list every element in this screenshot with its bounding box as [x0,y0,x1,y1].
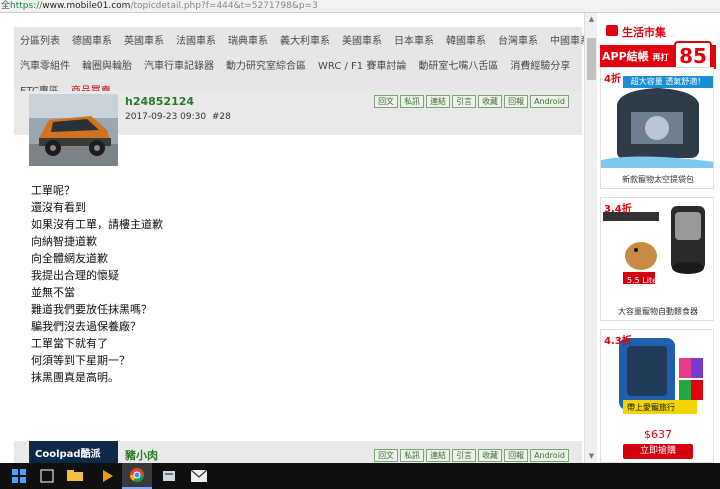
search-icon[interactable] [32,463,62,489]
nav-item-consumer[interactable]: 消費經驗分享 [504,57,576,72]
nav-item-japanese[interactable]: 日本車系 [388,32,440,47]
nav-item-power-lab[interactable]: 動力研究室綜合區 [220,57,312,72]
mail-icon[interactable] [184,463,214,489]
reply-button[interactable]: 回文 [374,449,399,462]
forum-page: 分區列表 德國車系 英國車系 法國車系 瑞典車系 義大利車系 美國車系 日本車系… [0,13,590,463]
nav-item-german[interactable]: 德國車系 [66,32,118,47]
scroll-thumb[interactable] [587,38,596,80]
ad-sidebar: 生活市集 APP結帳 再打 85折 4折 超大容量 透氣舒適！ 新款寵物太空提袋… [598,13,720,463]
nav-item-chatter[interactable]: 動研室七嘴八舌區 [412,57,504,72]
ad-discount-number: 85 [679,44,707,68]
nav-item-categories[interactable]: 分區列表 [14,32,66,47]
car-avatar-image [29,94,118,166]
message-button[interactable]: 私訊 [400,95,425,108]
device-badge: Android [530,95,569,108]
url-path: /topicdetail.php?f=444&t=5271798&p=3 [130,1,318,11]
nav-item-french[interactable]: 法國車系 [170,32,222,47]
nav-item-american[interactable]: 美國車系 [336,32,388,47]
ad-caption[interactable]: 大容量寵物自動餵食器 [601,306,713,317]
post-timestamp: 2017-09-23 09:30 #28 [125,112,231,122]
nav-item-swedish[interactable]: 瑞典車系 [222,32,274,47]
user-avatar[interactable] [29,94,118,166]
nav-item-british[interactable]: 英國車系 [118,32,170,47]
nav-row-2: 汽車零組件 輪圈與輪胎 汽車行車記錄器 動力研究室綜合區 WRC / F1 賽車… [14,52,576,77]
ad-brand: 生活市集 [622,26,666,39]
ad-discount: 3.4折 [604,204,632,215]
post-line: 工單呢？ [31,184,75,197]
ad-overlay-text: 5.5 Liter [627,276,661,285]
ad-overlay-text: 超大容量 透氣舒適！ [630,77,706,86]
post-line: 向全體網友道歉 [31,252,108,265]
user-avatar[interactable]: Coolpad酷派 [29,441,118,463]
task-view-icon[interactable] [60,463,90,489]
nav-item-korean[interactable]: 韓國車系 [440,32,492,47]
post-line: 向納智捷道歉 [31,235,97,248]
report-button[interactable]: 回報 [504,95,529,108]
favorite-button[interactable]: 收藏 [478,95,503,108]
avatar-brand-text: Coolpad酷派 [35,449,101,460]
ad-product-card[interactable]: 3.4折 5.5 Liter 大容量寵物自動餵食器 [600,197,714,321]
post-body: 工單呢？ 還沒有看到 如果沒有工單，請樓主道歉 向納智捷道歉 向全體網友道歉 我… [31,182,163,386]
post-line: 抹黑團真是高明。 [31,371,119,384]
scroll-down-icon[interactable]: ▼ [585,450,598,463]
url-scheme: https:// [10,1,43,11]
report-button[interactable]: 回報 [504,449,529,462]
post-line: 何須等到下星期一？ [31,354,130,367]
post-line: 騙我們沒去過保養廠？ [31,320,141,333]
post-time: 2017-09-23 09:30 [125,112,207,122]
chrome-icon[interactable] [122,463,152,489]
ad-discount: 4.3折 [604,336,632,347]
quote-button[interactable]: 引言 [452,95,477,108]
post-line: 如果沒有工單，請樓主道歉 [31,218,163,231]
cart-icon [606,25,618,36]
ad-product-card[interactable]: 4折 超大容量 透氣舒適！ 新款寵物太空提袋包 [600,67,714,189]
url-host: www.mobile01.com [42,1,131,11]
reply-button[interactable]: 回文 [374,95,399,108]
ad-caption[interactable]: 新款寵物太空提袋包 [601,174,713,185]
scroll-up-icon[interactable]: ▲ [585,13,598,26]
quote-button[interactable]: 引言 [452,449,477,462]
ad-overlay-text: 帶上愛寵旅行 [627,403,675,412]
nav-row-1: 分區列表 德國車系 英國車系 法國車系 瑞典車系 義大利車系 美國車系 日本車系… [14,27,596,52]
nav-item-wheels[interactable]: 輪圈與輪胎 [76,57,138,72]
nav-item-dashcam[interactable]: 汽車行車記錄器 [138,57,220,72]
post-line: 難道我們要放任抹黑嗎？ [31,303,152,316]
post-line: 並無不當 [31,286,75,299]
ad-app-label: APP結帳 [602,50,649,63]
link-button[interactable]: 連結 [426,95,451,108]
nav-item-wrc-f1[interactable]: WRC / F1 賽車討論 [312,57,412,72]
ad-price: $637 [644,428,672,441]
post-line: 工單當下就有了 [31,337,108,350]
nav-item-italian[interactable]: 義大利車系 [274,32,336,47]
post-floor[interactable]: #28 [212,112,231,122]
favorite-button[interactable]: 收藏 [478,449,503,462]
device-badge: Android [530,449,569,462]
security-glyph: 全 [1,1,11,11]
ad-discount: 4折 [604,74,621,85]
post-actions: 回文 私訊 連結 引言 收藏 回報 Android [374,95,569,108]
post-actions: 回文 私訊 連結 引言 收藏 回報 Android [374,449,569,462]
windows-start-icon[interactable] [4,463,34,489]
windows-taskbar [0,463,720,489]
forum-post: Coolpad酷派 豬小肉 回文 私訊 連結 引言 收藏 回報 Android [14,441,582,463]
ad-banner[interactable]: 生活市集 APP結帳 再打 85折 [600,21,716,91]
post-username[interactable]: 豬小肉 [125,447,158,463]
post-line: 我提出合理的懷疑 [31,269,119,282]
page-scrollbar[interactable]: ▲ ▼ [584,13,597,463]
address-bar[interactable]: 全https://www.mobile01.com/topicdetail.ph… [0,0,720,13]
post-username[interactable]: h24852124 [125,95,194,108]
buy-now-button[interactable]: 立即搶購 [623,444,693,459]
nav-item-parts[interactable]: 汽車零組件 [14,57,76,72]
ad-extra-label: 再打 [652,53,669,62]
message-button[interactable]: 私訊 [400,449,425,462]
post-line: 還沒有看到 [31,201,86,214]
files-icon[interactable] [154,463,184,489]
media-player-icon[interactable] [92,463,122,489]
ad-product-card[interactable]: 4.3折 帶上愛寵旅行 $637 立即搶購 [600,329,714,463]
link-button[interactable]: 連結 [426,449,451,462]
nav-item-taiwanese[interactable]: 台灣車系 [492,32,544,47]
